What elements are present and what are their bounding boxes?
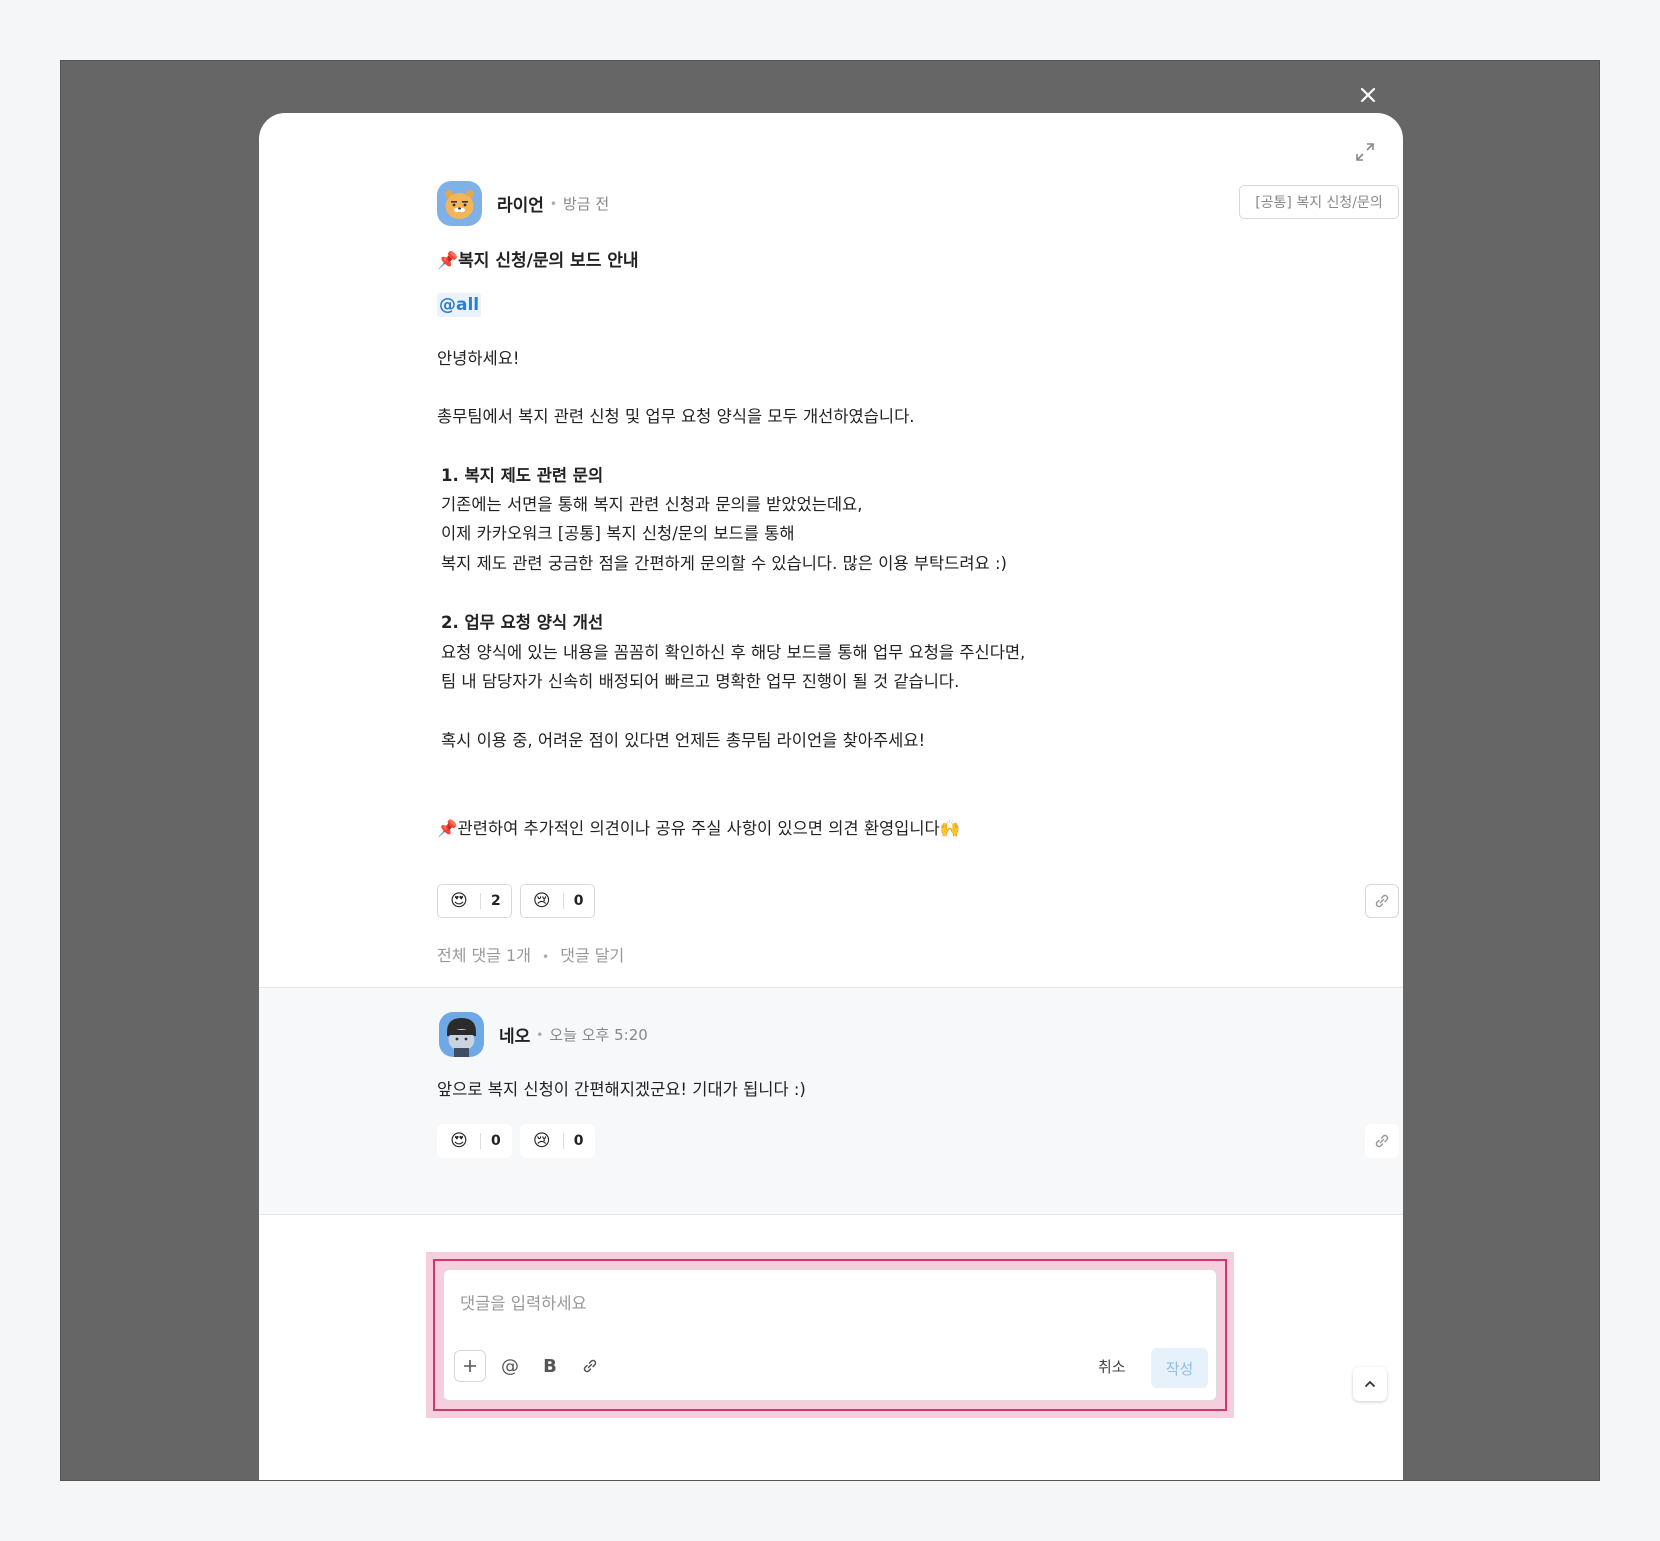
comment-composer[interactable]: 댓글을 입력하세요 @ B 취소 작성 [443, 1269, 1217, 1401]
reply-link[interactable]: 댓글 달기 [560, 946, 624, 965]
scroll-top-button[interactable] [1353, 1367, 1387, 1401]
avatar[interactable] [437, 181, 482, 226]
heart-eyes-emoji-icon: 😍 [450, 1131, 468, 1151]
separator-dot: • [536, 1027, 544, 1042]
separator-dot: • [549, 196, 557, 211]
modal-backdrop: 라이언 • 방금 전 [공통] 복지 신청/문의 📌복지 신청/문의 보드 안내… [60, 60, 1600, 1481]
link-icon [1375, 1134, 1389, 1148]
add-attachment-button[interactable] [454, 1350, 486, 1382]
bold-icon: B [543, 1355, 557, 1377]
reaction-sad[interactable]: 😢 0 [519, 884, 595, 918]
crying-emoji-icon: 😢 [532, 891, 551, 911]
reaction-count: 0 [573, 893, 584, 909]
intro-text: 총무팀에서 복지 관련 신청 및 업무 요청 양식을 모두 개선하였습니다. [437, 407, 915, 426]
closing-text: 혹시 이용 중, 어려운 점이 있다면 언제든 총무팀 라이언을 찾아주세요! [441, 731, 926, 750]
reaction-love[interactable]: 😍 0 [437, 1124, 512, 1158]
link-icon [1375, 894, 1389, 908]
section1-title: 1. 복지 제도 관련 문의 [441, 466, 604, 485]
post-time: 방금 전 [563, 195, 610, 213]
plus-icon [464, 1360, 476, 1372]
reaction-sad[interactable]: 😢 0 [519, 1124, 595, 1158]
post-reactions: 😍 2 😢 0 [437, 884, 595, 918]
copy-link-button[interactable] [1365, 884, 1399, 918]
section1-line: 복지 제도 관련 궁금한 점을 간편하게 문의할 수 있습니다. 많은 이용 부… [441, 554, 1007, 573]
mention-button[interactable]: @ [494, 1350, 526, 1382]
insert-link-button[interactable] [574, 1350, 606, 1382]
comment-input[interactable]: 댓글을 입력하세요 [460, 1290, 587, 1314]
chevron-up-icon [1365, 1380, 1375, 1387]
cancel-button[interactable]: 취소 [1098, 1350, 1126, 1384]
expand-icon[interactable] [1354, 141, 1376, 163]
section2-line: 팀 내 담당자가 신속히 배정되어 빠르고 명확한 업무 진행이 될 것 같습니… [441, 672, 960, 691]
at-sign-icon: @ [501, 1355, 519, 1377]
link-icon [583, 1359, 597, 1373]
post-title: 📌복지 신청/문의 보드 안내 [437, 251, 639, 271]
close-button[interactable] [1353, 81, 1383, 111]
post-author-row: 라이언 • 방금 전 [437, 181, 609, 226]
comment-composer-highlight: 댓글을 입력하세요 @ B 취소 작성 [426, 1252, 1234, 1418]
comment-reactions: 😍 0 😢 0 [437, 1124, 595, 1158]
reaction-count: 2 [491, 893, 501, 909]
comment-time: 오늘 오후 5:20 [549, 1026, 648, 1044]
ryan-avatar-icon [445, 190, 474, 219]
section2-title: 2. 업무 요청 양식 개선 [441, 613, 604, 632]
pushpin-icon: 📌 [437, 819, 458, 838]
section1-line: 이제 카카오워크 [공통] 복지 신청/문의 보드를 통해 [441, 524, 795, 543]
crying-emoji-icon: 😢 [532, 1131, 551, 1151]
board-chip[interactable]: [공통] 복지 신청/문의 [1239, 185, 1399, 219]
post-detail-modal: 라이언 • 방금 전 [공통] 복지 신청/문의 📌복지 신청/문의 보드 안내… [259, 113, 1403, 1480]
bold-button[interactable]: B [534, 1350, 566, 1382]
pushpin-icon: 📌 [437, 251, 459, 271]
section1-line: 기존에는 서면을 통해 복지 관련 신청과 문의를 받았었는데요, [441, 495, 863, 514]
neo-avatar-icon [447, 1018, 476, 1057]
reaction-love[interactable]: 😍 2 [437, 884, 512, 918]
avatar[interactable] [439, 1012, 484, 1057]
footer-note: 📌관련하여 추가적인 의견이나 공유 주실 사항이 있으면 의견 환영입니다🙌 [437, 819, 961, 838]
copy-link-button[interactable] [1365, 1124, 1399, 1158]
mention-all[interactable]: @all [437, 293, 482, 317]
close-icon [1360, 87, 1376, 103]
comment-author-row: 네오 • 오늘 오후 5:20 [439, 1012, 648, 1057]
heart-eyes-emoji-icon: 😍 [450, 891, 468, 911]
comments-section: 네오 • 오늘 오후 5:20 앞으로 복지 신청이 간편해지겠군요! 기대가 … [259, 987, 1403, 1215]
reaction-count: 0 [573, 1133, 584, 1149]
submit-button[interactable]: 작성 [1151, 1348, 1208, 1388]
section2-line: 요청 양식에 있는 내용을 꼼꼼히 확인하신 후 해당 보드를 통해 업무 요청… [441, 643, 1026, 662]
comment-count: 전체 댓글 1개 [437, 946, 531, 965]
comment-text: 앞으로 복지 신청이 간편해지겠군요! 기대가 됩니다 :) [437, 1080, 806, 1099]
author-name[interactable]: 네오 [499, 1022, 530, 1047]
author-name[interactable]: 라이언 [497, 191, 544, 216]
comment-meta-row: 전체 댓글 1개 • 댓글 달기 [437, 946, 625, 965]
reaction-count: 0 [491, 1133, 501, 1149]
greeting-text: 안녕하세요! [437, 349, 520, 368]
